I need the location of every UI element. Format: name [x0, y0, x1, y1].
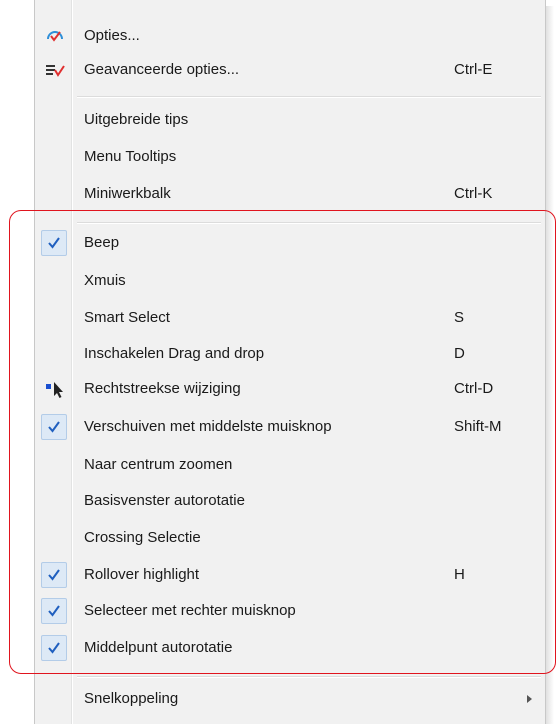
checkmark-icon [41, 414, 67, 440]
checkmark-icon [41, 635, 67, 661]
menu-item-crossing-selectie[interactable]: Crossing Selectie [35, 521, 545, 555]
menu-item-label: Rechtstreekse wijziging [84, 380, 241, 397]
menu-item-label: Crossing Selectie [84, 529, 201, 546]
options-gauge-icon [44, 25, 66, 47]
menu-item-label: Geavanceerde opties... [84, 61, 240, 78]
menu-separator [77, 676, 541, 678]
checkmark-icon [41, 598, 67, 624]
menu-item-menu-tooltips[interactable]: Menu Tooltips [35, 140, 545, 174]
menu-item-uitgebreide-tips[interactable]: Uitgebreide tips [35, 103, 545, 137]
menu-item-label: Beep [84, 234, 120, 251]
shortcut-text: Shift-M [454, 418, 502, 435]
menu-item-miniwerkbalk[interactable]: Miniwerkbalk Ctrl-K [35, 177, 545, 211]
context-menu: Opties... Geavanceerde opties... Ctrl-E … [34, 0, 554, 724]
menu-item-label: Naar centrum zoomen [84, 456, 233, 473]
shortcut-text: S [454, 309, 465, 326]
menu-item-drag-and-drop[interactable]: Inschakelen Drag and drop D [35, 337, 545, 371]
menu-item-rechtstreekse-wijziging[interactable]: Rechtstreekse wijziging Ctrl-D [35, 372, 545, 406]
advanced-options-icon [44, 59, 66, 81]
menu-item-rollover-highlight[interactable]: Rollover highlight H [35, 558, 545, 592]
menu-item-label: Rollover highlight [84, 566, 200, 583]
menu-item-label: Snelkoppeling [84, 690, 179, 707]
menu-separator [77, 96, 541, 98]
shortcut-text: H [454, 566, 465, 583]
menu-item-middelpunt-autorotatie[interactable]: Middelpunt autorotatie [35, 631, 545, 665]
direct-edit-cursor-icon [44, 378, 66, 400]
menu-item-label: Miniwerkbalk [84, 185, 171, 202]
menu-item-label: Verschuiven met middelste muisknop [84, 418, 332, 435]
menu-item-label: Inschakelen Drag and drop [84, 345, 265, 362]
menu-item-label: Xmuis [84, 272, 126, 289]
submenu-arrow-icon [527, 695, 532, 703]
menu-item-opties[interactable]: Opties... [35, 19, 545, 53]
menu-item-basisvenster-autorotatie[interactable]: Basisvenster autorotatie [35, 484, 545, 518]
shortcut-text: Ctrl-D [454, 380, 494, 397]
menu-item-label: Basisvenster autorotatie [84, 492, 245, 509]
menu-item-selecteer-rechter-muisknop[interactable]: Selecteer met rechter muisknop [35, 594, 545, 628]
menu-item-snelkoppeling[interactable]: Snelkoppeling [35, 682, 545, 716]
shortcut-text: Ctrl-E [454, 61, 493, 78]
menu-item-verschuiven-middelste-muisknop[interactable]: Verschuiven met middelste muisknop Shift… [35, 410, 545, 444]
checkmark-icon [41, 230, 67, 256]
menu-item-xmuis[interactable]: Xmuis [35, 264, 545, 298]
menu-separator [77, 222, 541, 224]
menu-item-label: Opties... [84, 27, 140, 44]
menu-item-label: Middelpunt autorotatie [84, 639, 233, 656]
menu-item-geavanceerde-opties[interactable]: Geavanceerde opties... Ctrl-E [35, 53, 545, 87]
menu-item-naar-centrum-zoomen[interactable]: Naar centrum zoomen [35, 448, 545, 482]
shortcut-text: Ctrl-K [454, 185, 493, 202]
shortcut-text: D [454, 345, 465, 362]
menu-item-label: Menu Tooltips [84, 148, 177, 165]
menu-item-label: Smart Select [84, 309, 170, 326]
menu-item-label: Selecteer met rechter muisknop [84, 602, 296, 619]
menu-item-label: Uitgebreide tips [84, 111, 189, 128]
menu-item-smart-select[interactable]: Smart Select S [35, 301, 545, 335]
checkmark-icon [41, 562, 67, 588]
menu-item-beep[interactable]: Beep [35, 226, 545, 260]
